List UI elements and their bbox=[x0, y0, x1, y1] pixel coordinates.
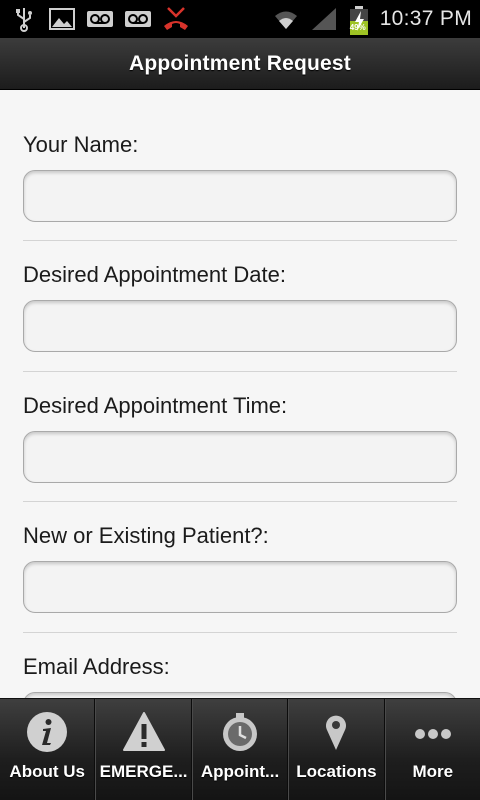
info-icon bbox=[24, 709, 70, 755]
tab-appointment[interactable]: Appoint... bbox=[191, 699, 289, 800]
battery-charging-icon: 49% bbox=[348, 6, 370, 35]
tab-bar: About Us EMERGE... Appoint... Locations … bbox=[0, 698, 480, 800]
tab-label: More bbox=[412, 762, 454, 781]
signal-icon bbox=[310, 6, 338, 32]
tab-locations[interactable]: Locations bbox=[288, 699, 385, 800]
email-label: Email Address: bbox=[23, 654, 170, 679]
image-icon bbox=[48, 6, 76, 32]
name-input[interactable] bbox=[23, 170, 457, 222]
warning-icon bbox=[121, 709, 167, 755]
status-bar: 49% 10:37 PM bbox=[0, 0, 480, 38]
tab-label: Appoint... bbox=[200, 762, 280, 781]
name-field-group: Your Name: bbox=[23, 130, 457, 222]
email-field-group: Email Address: bbox=[23, 652, 457, 698]
title-bar: Appointment Request bbox=[0, 38, 480, 90]
time-label: Desired Appointment Time: bbox=[23, 393, 288, 418]
divider bbox=[23, 371, 457, 372]
patient-type-field-group: New or Existing Patient?: bbox=[23, 521, 457, 613]
date-field-group: Desired Appointment Date: bbox=[23, 260, 457, 352]
divider bbox=[23, 632, 457, 633]
divider bbox=[23, 240, 457, 241]
system-icons: 49% 10:37 PM bbox=[272, 4, 472, 35]
tab-emergency[interactable]: EMERGE... bbox=[95, 699, 192, 800]
name-label: Your Name: bbox=[23, 132, 139, 157]
patient-type-input[interactable] bbox=[23, 561, 457, 613]
patient-type-label: New or Existing Patient?: bbox=[23, 523, 269, 548]
tab-about-us[interactable]: About Us bbox=[0, 699, 96, 800]
battery-percent: 49% bbox=[349, 23, 366, 32]
date-input[interactable] bbox=[23, 300, 457, 352]
tab-label: About Us bbox=[9, 762, 85, 781]
map-pin-icon bbox=[313, 709, 359, 755]
appointment-form: Your Name: Desired Appointment Date: Des… bbox=[0, 90, 480, 698]
voicemail-icon bbox=[86, 6, 114, 32]
voicemail-icon bbox=[124, 6, 152, 32]
clock-icon bbox=[217, 709, 263, 755]
time-field-group: Desired Appointment Time: bbox=[23, 391, 457, 483]
clock: 10:37 PM bbox=[379, 7, 472, 30]
usb-icon bbox=[10, 6, 38, 32]
divider bbox=[23, 501, 457, 502]
wifi-icon bbox=[272, 6, 300, 32]
more-icon bbox=[410, 709, 456, 755]
notification-icons bbox=[10, 5, 190, 33]
time-input[interactable] bbox=[23, 431, 457, 483]
page-title: Appointment Request bbox=[129, 51, 351, 75]
tab-more[interactable]: More bbox=[384, 699, 480, 800]
tab-label: EMERGE... bbox=[99, 762, 188, 781]
missed-call-icon bbox=[162, 6, 190, 32]
tab-label: Locations bbox=[296, 762, 377, 781]
date-label: Desired Appointment Date: bbox=[23, 262, 286, 287]
